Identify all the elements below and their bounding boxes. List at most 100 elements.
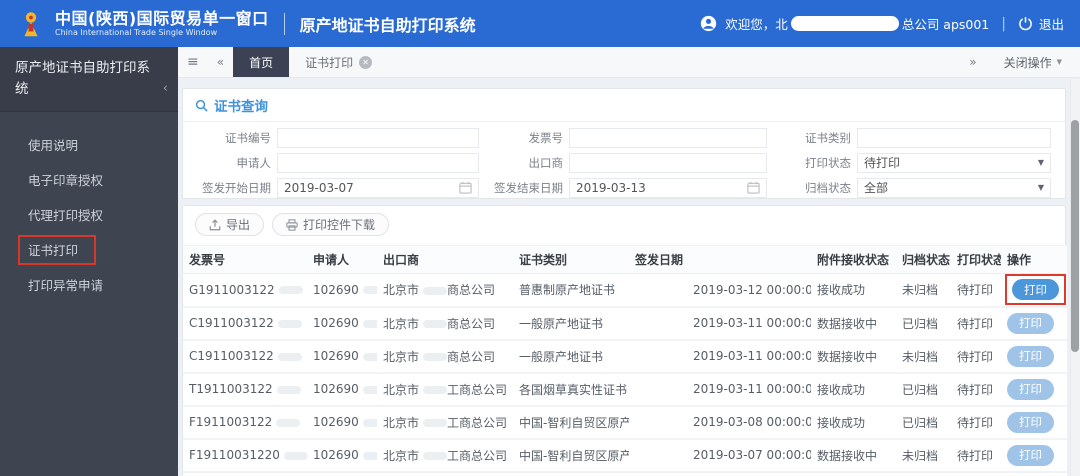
hamburger-menu-icon[interactable]: ≡ bbox=[178, 47, 208, 77]
table-row[interactable]: T1911003122 102690 北京市 工商总公司 各国烟草真实性证书 20… bbox=[183, 372, 1067, 407]
cert-type-input-field[interactable] bbox=[864, 130, 1044, 145]
col-print-status: 打印状态 bbox=[951, 245, 1001, 274]
scroll-tabs-right-icon[interactable]: » bbox=[960, 55, 985, 69]
redaction-blob bbox=[423, 286, 448, 295]
header-user-area: 欢迎您，北 总公司 aps001 | 退出 bbox=[700, 14, 1064, 33]
search-section-header: 证书查询 bbox=[183, 89, 1065, 122]
sidebar-item-print-exception[interactable]: 打印异常申请 bbox=[0, 267, 178, 302]
table-row[interactable]: F19110031220 102690 北京市工商总公司 中国-智利自贸区原产地… bbox=[183, 438, 1067, 473]
redaction-blob bbox=[790, 16, 899, 31]
redaction-blob bbox=[277, 319, 302, 328]
export-button[interactable]: 导出 bbox=[195, 213, 265, 236]
tab-close-icon[interactable]: ✕ bbox=[359, 55, 373, 69]
print-button[interactable]: 打印 bbox=[1007, 444, 1054, 466]
print-button[interactable]: 打印 bbox=[1012, 279, 1059, 301]
search-panel: 证书查询 证书编号 发票号 证书类别 申请人 出口商 打印状态 待打印 ▼ 签发… bbox=[182, 88, 1066, 229]
export-icon bbox=[209, 218, 221, 230]
welcome-company-text: 总公司 aps001 bbox=[901, 17, 990, 32]
redaction-blob bbox=[423, 386, 448, 394]
print-status-label: 打印状态 bbox=[805, 155, 851, 170]
chevron-down-icon: ▼ bbox=[1037, 158, 1044, 167]
brand-block: 中国(陕西)国际贸易单一窗口 China International Trade… bbox=[55, 8, 269, 38]
applicant-input-field[interactable] bbox=[284, 155, 472, 170]
sidebar-collapse-icon[interactable]: ‹ bbox=[163, 79, 168, 99]
print-button[interactable]: 打印 bbox=[1007, 411, 1054, 433]
user-icon bbox=[701, 15, 717, 32]
annotation-red-box: 证书打印 bbox=[18, 234, 97, 265]
table-row[interactable]: G1911003122 102690 北京市 商总公司 普惠制原产地证书 2019… bbox=[183, 273, 1067, 308]
brand-title: 中国(陕西)国际贸易单一窗口 bbox=[55, 8, 269, 28]
tab-cert-print[interactable]: 证书打印 ✕ bbox=[289, 47, 388, 77]
sidebar-item-cert-print[interactable]: 证书打印 bbox=[0, 232, 178, 267]
results-toolbar: 导出 打印控件下载 bbox=[183, 206, 1065, 243]
redaction-blob bbox=[423, 419, 448, 427]
invoice-no-input-field[interactable] bbox=[576, 130, 760, 145]
calendar-icon[interactable] bbox=[747, 181, 760, 194]
redaction-blob bbox=[276, 418, 301, 427]
logout-button[interactable]: 退出 bbox=[1039, 14, 1064, 33]
tab-home[interactable]: 首页 bbox=[233, 47, 290, 77]
col-exporter: 出口商 bbox=[377, 245, 513, 274]
col-actions: 操作 bbox=[1001, 245, 1067, 274]
table-row[interactable]: X1911003122 102690 北京市工商总公司 中国-新加坡自贸区原产地… bbox=[183, 471, 1067, 476]
print-control-download-button[interactable]: 打印控件下载 bbox=[272, 213, 390, 236]
search-icon bbox=[195, 99, 208, 112]
redaction-blob bbox=[423, 320, 448, 328]
print-button[interactable]: 打印 bbox=[1007, 345, 1054, 367]
sidebar-title: 原产地证书自助打印系统 ‹ bbox=[0, 47, 178, 112]
brand-subtitle: China International Trade Single Window bbox=[55, 28, 218, 38]
col-attach-status: 附件接收状态 bbox=[811, 245, 896, 274]
archive-status-label: 归档状态 bbox=[805, 180, 851, 195]
start-date-input[interactable]: 2019-03-07 bbox=[277, 177, 479, 198]
end-date-label: 签发结束日期 bbox=[494, 180, 563, 195]
page-title: 原产地证书自助打印系统 bbox=[299, 15, 476, 35]
annotation-red-box: 打印 bbox=[1005, 274, 1066, 305]
chevron-down-icon: ▼ bbox=[1056, 58, 1062, 66]
exporter-input-field[interactable] bbox=[576, 155, 760, 170]
redaction-blob bbox=[283, 451, 307, 460]
search-form: 证书编号 发票号 证书类别 申请人 出口商 打印状态 待打印 ▼ 签发开始日期 … bbox=[183, 122, 1065, 200]
exporter-input[interactable] bbox=[569, 152, 767, 173]
close-operations-dropdown[interactable]: 关闭操作 ▼ bbox=[986, 47, 1080, 77]
applicant-label: 申请人 bbox=[236, 155, 272, 170]
table-row[interactable]: F1911003122 102690 北京市工商总公司 中国-智利自贸区原产地证… bbox=[183, 405, 1067, 440]
scroll-tabs-left-icon[interactable]: « bbox=[208, 47, 233, 77]
brand-logo-icon bbox=[24, 11, 38, 36]
archive-status-select[interactable]: 全部 ▼ bbox=[857, 177, 1051, 198]
sidebar-item-eseal-auth[interactable]: 电子印章授权 bbox=[0, 162, 178, 197]
power-icon bbox=[1019, 17, 1032, 31]
cert-no-input[interactable] bbox=[277, 127, 479, 148]
redaction-blob bbox=[278, 286, 303, 295]
tab-bar: ≡ « 首页 证书打印 ✕ » 关闭操作 ▼ bbox=[178, 47, 1080, 78]
app-window: 中国(陕西)国际贸易单一窗口 China International Trade… bbox=[0, 0, 1080, 476]
end-date-input[interactable]: 2019-03-13 bbox=[569, 177, 767, 198]
invoice-no-input[interactable] bbox=[569, 127, 767, 148]
redaction-blob bbox=[276, 385, 301, 394]
print-button[interactable]: 打印 bbox=[1007, 312, 1054, 334]
cert-type-input[interactable] bbox=[857, 127, 1051, 148]
tab-bar-right: » 关闭操作 ▼ bbox=[960, 47, 1080, 77]
applicant-input[interactable] bbox=[277, 152, 479, 173]
header-pipe-divider: | bbox=[1001, 15, 1006, 32]
sidebar-item-usage-notes[interactable]: 使用说明 bbox=[0, 127, 178, 162]
redaction-blob bbox=[277, 352, 302, 361]
redaction-blob bbox=[362, 451, 377, 460]
print-status-select[interactable]: 待打印 ▼ bbox=[857, 152, 1051, 173]
redaction-blob bbox=[362, 286, 377, 295]
sidebar: 原产地证书自助打印系统 ‹ 使用说明 电子印章授权 代理打印授权 证书打印 打印… bbox=[0, 47, 178, 476]
table-row[interactable]: C1911003122 102690 北京市 商总公司 一般原产地证书 2019-… bbox=[183, 306, 1067, 341]
sidebar-menu: 使用说明 电子印章授权 代理打印授权 证书打印 打印异常申请 bbox=[0, 112, 178, 302]
col-issue-date: 签发日期 bbox=[629, 245, 811, 274]
calendar-icon[interactable] bbox=[459, 181, 472, 194]
results-panel: 导出 打印控件下载 发票号 申请人 出口商 证书类别 签发日期 附件接收状态 归… bbox=[182, 205, 1067, 476]
cert-no-input-field[interactable] bbox=[284, 130, 472, 145]
table-row[interactable]: C1911003122 102690 北京市 商总公司 一般原产地证书 2019-… bbox=[183, 339, 1067, 374]
sidebar-item-agent-print-auth[interactable]: 代理打印授权 bbox=[0, 197, 178, 232]
col-cert-type: 证书类别 bbox=[513, 245, 629, 274]
redaction-blob bbox=[362, 319, 377, 328]
header-divider bbox=[283, 12, 285, 35]
print-button[interactable]: 打印 bbox=[1007, 378, 1054, 400]
results-table: 发票号 申请人 出口商 证书类别 签发日期 附件接收状态 归档状态 打印状态 操… bbox=[183, 245, 1067, 476]
top-header: 中国(陕西)国际贸易单一窗口 China International Trade… bbox=[0, 0, 1080, 47]
vertical-scrollbar-thumb[interactable] bbox=[1071, 120, 1079, 352]
